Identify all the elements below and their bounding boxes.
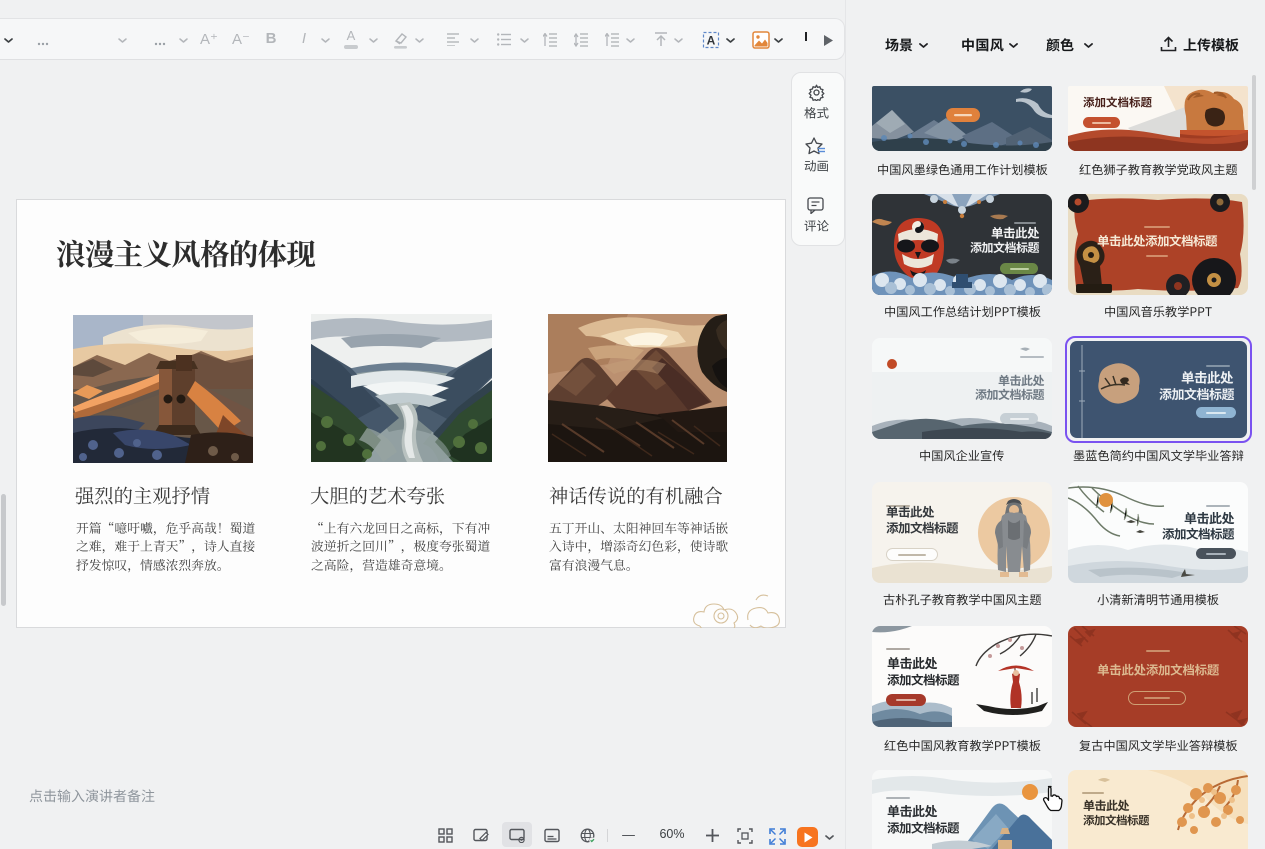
- svg-text:A: A: [707, 34, 716, 48]
